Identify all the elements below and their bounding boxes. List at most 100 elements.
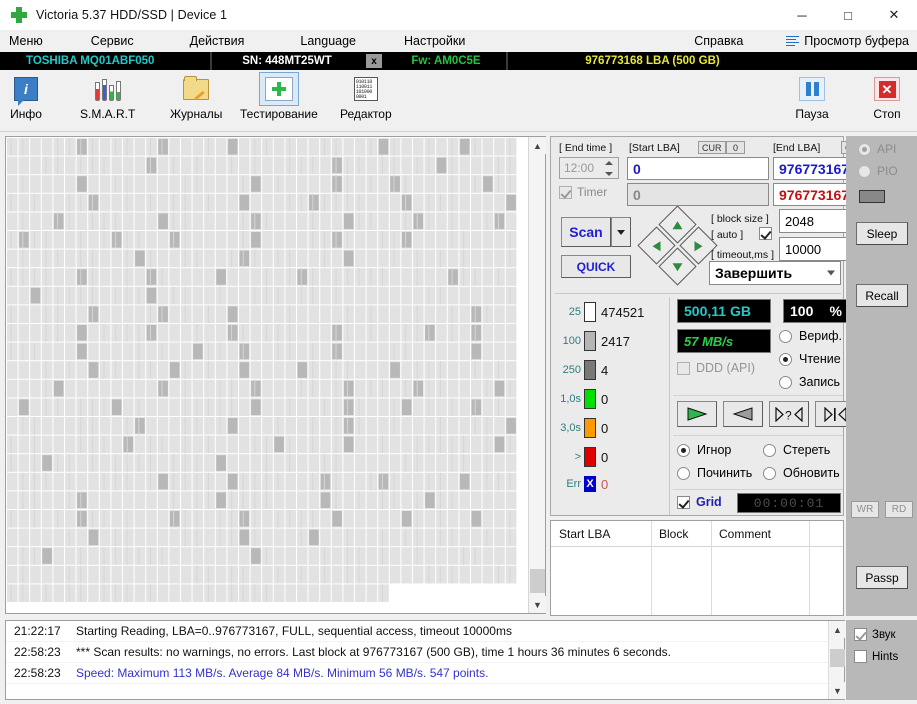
grid-checkbox[interactable] xyxy=(677,496,690,509)
log-text: *** Scan results: no warnings, no errors… xyxy=(76,645,671,659)
pio-radio-row[interactable]: PIO xyxy=(858,164,898,178)
sound-checkbox-row[interactable]: Звук xyxy=(854,628,917,641)
pio-radio[interactable] xyxy=(858,165,871,178)
scroll-up-icon[interactable]: ▲ xyxy=(529,137,546,154)
ddd-api-row[interactable]: DDD (API) xyxy=(677,361,755,375)
direction-pad[interactable] xyxy=(647,215,709,277)
log-entry[interactable]: 22:58:23Speed: Maximum 113 MB/s. Average… xyxy=(6,663,844,684)
play-back-button[interactable] xyxy=(723,401,763,427)
radio-repair-dot[interactable] xyxy=(677,467,690,480)
pause-button[interactable]: Пауза xyxy=(792,72,832,121)
start-lba-secondary-input[interactable]: 0 xyxy=(627,183,769,206)
map-scrollbar[interactable]: ▲ ▼ xyxy=(528,137,545,613)
sound-label: Звук xyxy=(872,629,896,641)
passp-button[interactable]: Passp xyxy=(856,566,908,589)
minimize-button[interactable]: ─ xyxy=(779,0,825,30)
buffer-view-button[interactable]: Просмотр буфера xyxy=(786,34,917,48)
menu-help[interactable]: Справка xyxy=(685,30,752,52)
radio-write-dot[interactable] xyxy=(779,376,792,389)
svg-text:?: ? xyxy=(785,408,792,422)
device-clear-button[interactable]: x xyxy=(366,54,382,68)
scroll-thumb[interactable] xyxy=(530,569,545,593)
defects-table[interactable]: Start LBA Block Comment xyxy=(550,520,844,616)
radio-ignore[interactable]: Игнор xyxy=(677,443,731,457)
radio-repair-label: Починить xyxy=(697,466,752,480)
log-scroll-thumb[interactable] xyxy=(830,649,845,667)
list-lines-icon xyxy=(786,36,799,47)
toolbar-testing[interactable]: Тестирование xyxy=(240,72,318,121)
stat-key: 250 xyxy=(555,364,581,376)
folder-pencil-icon xyxy=(176,72,216,106)
bottom-right-panel: Звук Hints xyxy=(846,620,917,700)
recall-button[interactable]: Recall xyxy=(856,284,908,307)
scan-button[interactable]: Scan xyxy=(561,217,611,247)
play-forward-button[interactable] xyxy=(677,401,717,427)
log-entries: 21:22:17Starting Reading, LBA=0..9767731… xyxy=(6,621,844,684)
log-scrollbar[interactable]: ▲ ▼ xyxy=(828,621,844,699)
start-lba-zero-button[interactable]: 0 xyxy=(726,141,745,154)
finish-action-select[interactable]: Завершить xyxy=(709,261,841,285)
grid-checkbox-row[interactable]: Grid xyxy=(677,495,722,509)
close-button[interactable]: ✕ xyxy=(871,0,917,30)
start-lba-input[interactable]: 0 xyxy=(627,157,769,180)
menu-service[interactable]: Сервис xyxy=(82,30,143,52)
stop-button[interactable]: ✕ Стоп xyxy=(867,72,907,121)
end-time-spinner[interactable]: 12:00 xyxy=(559,157,619,179)
block-map-canvas[interactable] xyxy=(7,138,528,612)
toolbar-smart-label: S.M.A.R.T xyxy=(80,107,135,121)
radio-write[interactable]: Запись xyxy=(779,375,842,389)
api-radio-row[interactable]: API xyxy=(858,142,896,156)
menu-settings[interactable]: Настройки xyxy=(395,30,474,52)
wr-button[interactable]: WR xyxy=(851,501,879,518)
radio-verify-dot[interactable] xyxy=(779,330,792,343)
log-scroll-down-icon[interactable]: ▼ xyxy=(829,682,846,699)
divider xyxy=(711,521,712,615)
app-icon xyxy=(8,4,30,26)
radio-erase[interactable]: Стереть xyxy=(763,443,830,457)
radio-erase-dot[interactable] xyxy=(763,444,776,457)
sleep-button[interactable]: Sleep xyxy=(856,222,908,245)
menu-language[interactable]: Language xyxy=(291,30,365,52)
log-entry[interactable]: 21:22:17Starting Reading, LBA=0..9767731… xyxy=(6,621,844,642)
radio-refresh-label: Обновить xyxy=(783,466,840,480)
hints-checkbox-row[interactable]: Hints xyxy=(854,650,917,663)
maximize-button[interactable]: □ xyxy=(825,0,871,30)
radio-verify[interactable]: Вериф. xyxy=(779,329,842,343)
find-button[interactable]: ? xyxy=(769,401,809,427)
api-radio[interactable] xyxy=(858,143,871,156)
stat-swatch: X xyxy=(584,476,596,492)
scroll-down-icon[interactable]: ▼ xyxy=(529,596,546,613)
log-panel[interactable]: 21:22:17Starting Reading, LBA=0..9767731… xyxy=(5,620,845,700)
log-entry[interactable]: 22:58:23*** Scan results: no warnings, n… xyxy=(6,642,844,663)
toolbar-editor[interactable]: 0101101100111010000001 Редактор xyxy=(340,72,392,121)
menu-actions[interactable]: Действия xyxy=(181,30,254,52)
timer-checkbox[interactable] xyxy=(559,186,572,199)
radio-read[interactable]: Чтение xyxy=(779,352,842,366)
toolbar-info[interactable]: i Инфо xyxy=(6,72,46,121)
quick-button[interactable]: QUICK xyxy=(561,255,631,278)
auto-checkbox[interactable] xyxy=(759,227,772,240)
log-scroll-up-icon[interactable]: ▲ xyxy=(829,621,846,638)
radio-repair[interactable]: Починить xyxy=(677,466,752,480)
toolbar-smart[interactable]: S.M.A.R.T xyxy=(80,72,135,121)
radio-read-dot[interactable] xyxy=(779,353,792,366)
start-lba-cur-button[interactable]: CUR xyxy=(698,141,726,154)
sound-checkbox[interactable] xyxy=(854,628,867,641)
radio-refresh-dot[interactable] xyxy=(763,467,776,480)
timer-checkbox-row[interactable]: Timer xyxy=(559,185,607,199)
radio-refresh[interactable]: Обновить xyxy=(763,466,840,480)
rd-button[interactable]: RD xyxy=(885,501,913,518)
spinner-arrows-icon[interactable] xyxy=(605,159,616,178)
hints-checkbox[interactable] xyxy=(854,650,867,663)
arrow-down-icon xyxy=(673,263,683,271)
ddd-api-checkbox[interactable] xyxy=(677,362,690,375)
stat-key: > xyxy=(555,451,581,463)
timeout-value: 10000 xyxy=(785,242,821,257)
toolbar-info-label: Инфо xyxy=(10,107,42,121)
radio-ignore-dot[interactable] xyxy=(677,444,690,457)
toolbar-logs[interactable]: Журналы xyxy=(170,72,222,121)
divider xyxy=(651,521,652,615)
timeout-label: [ timeout,ms ] xyxy=(711,249,774,261)
menu-menu[interactable]: Меню xyxy=(0,30,52,52)
scan-dropdown-button[interactable] xyxy=(611,217,631,247)
